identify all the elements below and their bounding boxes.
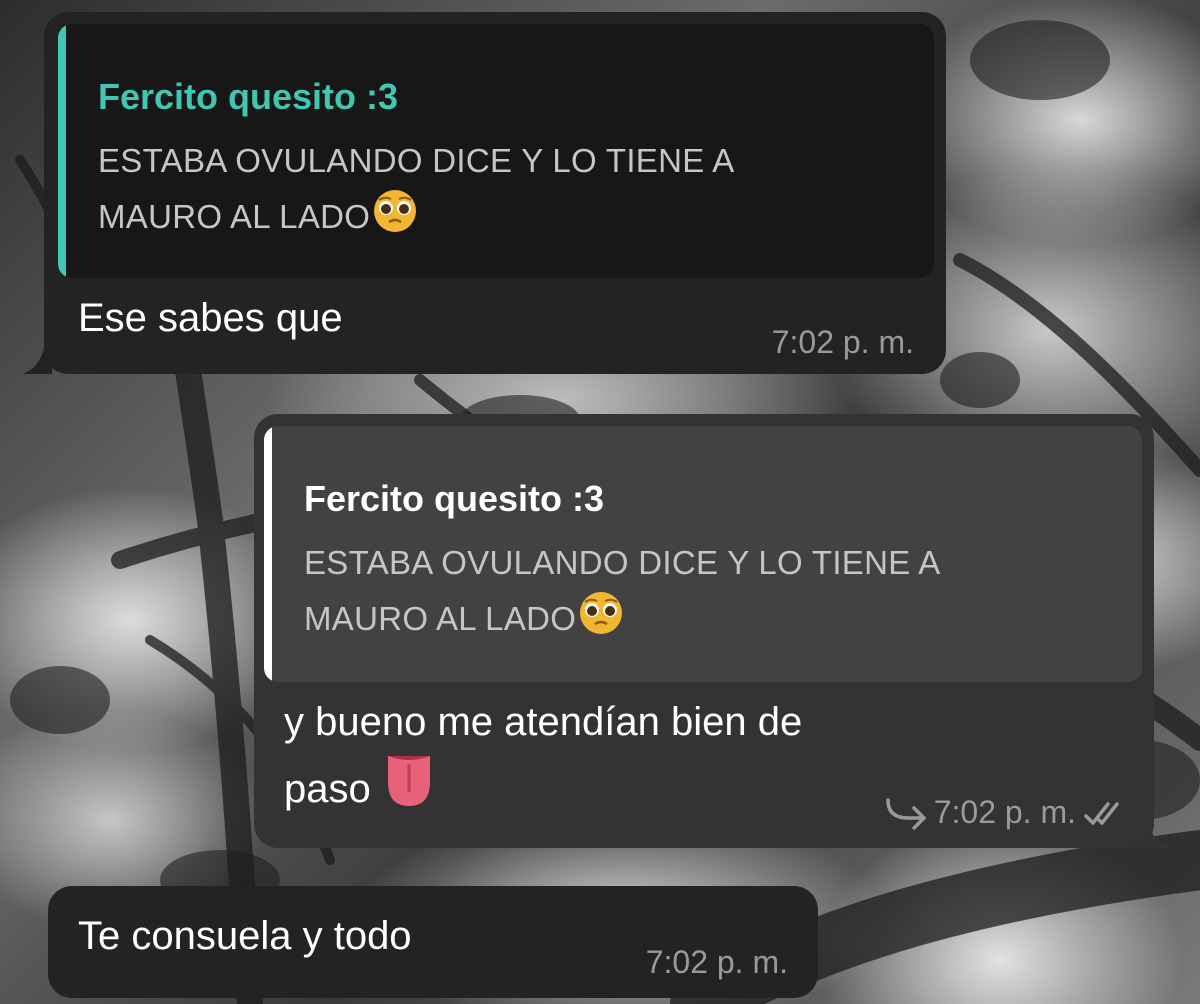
quote-accent-bar [58,24,66,278]
quote-text-line: ESTABA OVULANDO DICE Y LO TIENE A [304,544,941,581]
forward-arrow-icon [885,797,926,830]
outgoing-message-bubble[interactable]: Fercito quesito :3 ESTABA OVULANDO DICE … [254,414,1154,848]
message-text-line: paso [284,752,802,819]
quote-author: Fercito quesito :3 [98,76,399,117]
quote-text-line: ESTABA OVULANDO DICE Y LO TIENE A [98,142,735,179]
quote-text: ESTABA OVULANDO DICE Y LO TIENE A MAURO … [98,134,735,244]
quoted-message[interactable]: Fercito quesito :3 ESTABA OVULANDO DICE … [58,24,934,278]
quote-text-line2: MAURO AL LADO [304,600,577,637]
incoming-message-bubble[interactable]: Te consuela y todo 7:02 p. m. [48,886,818,998]
message-text: Ese sabes que [78,296,343,340]
quoted-message[interactable]: Fercito quesito :3 ESTABA OVULANDO DICE … [264,426,1142,682]
quote-accent-bar [264,426,272,682]
message-text-line: y bueno me atendían bien de [284,700,803,744]
message-text: Te consuela y todo [78,914,412,958]
tongue-emoji [387,756,430,806]
quote-text: ESTABA OVULANDO DICE Y LO TIENE A MAURO … [304,536,941,646]
message-text: y bueno me atendían bien de paso [284,692,802,819]
quote-text-line: MAURO AL LADO [304,590,941,646]
message-meta: 7:02 p. m. [884,794,1126,831]
quote-author: Fercito quesito :3 [304,478,605,519]
message-text-line2: paso [284,767,371,811]
message-time: 7:02 p. m. [771,324,914,360]
incoming-message-bubble[interactable]: Fercito quesito :3 ESTABA OVULANDO DICE … [44,12,946,374]
quote-text-line2: MAURO AL LADO [98,198,371,235]
message-time: 7:02 p. m. [645,944,788,980]
message-time: 7:02 p. m. [933,794,1076,830]
quote-text-line: MAURO AL LADO [98,188,735,244]
pleading-face-emoji [580,592,623,634]
double-check-icon [1084,801,1119,825]
pleading-face-emoji [374,190,417,232]
